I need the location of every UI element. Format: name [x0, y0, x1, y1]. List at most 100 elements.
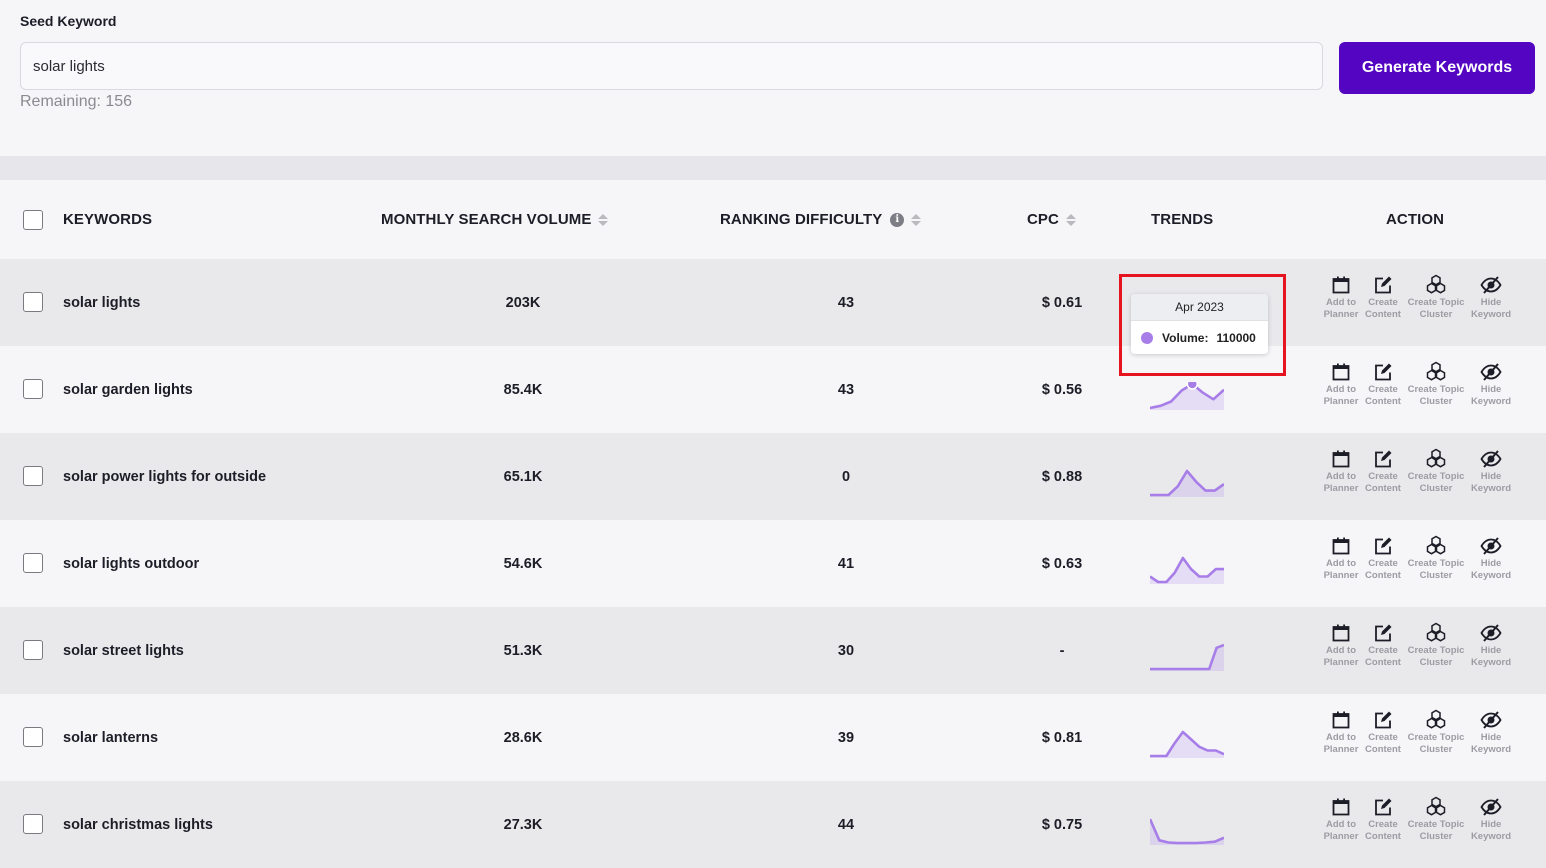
edit-icon: [1373, 708, 1393, 732]
add-to-planner-button[interactable]: Add to Planner: [1318, 795, 1364, 843]
volume-cell: 54.6K: [503, 555, 543, 572]
keyword-cell[interactable]: solar power lights for outside: [63, 433, 266, 520]
edit-icon: [1373, 447, 1393, 471]
keyword-cell[interactable]: solar garden lights: [63, 346, 193, 433]
trend-chart[interactable]: [1150, 381, 1224, 410]
sort-icon[interactable]: [911, 213, 922, 226]
add-to-planner-button[interactable]: Add to Planner: [1318, 708, 1364, 756]
tooltip-label: Volume:: [1162, 330, 1209, 345]
create-content-button[interactable]: Create Content: [1364, 534, 1402, 582]
keyword-cell[interactable]: solar christmas lights: [63, 781, 213, 868]
difficulty-cell: 39: [837, 729, 855, 746]
table-row[interactable]: solar lights outdoor 54.6K 41 $ 0.63 Add…: [0, 520, 1546, 607]
cpc-cell: $ 0.75: [1041, 816, 1083, 833]
volume-cell: 27.3K: [503, 816, 543, 833]
header-cpc[interactable]: CPC: [1027, 180, 1076, 259]
create-topic-cluster-button[interactable]: Create Topic Cluster: [1402, 795, 1470, 843]
header-action: ACTION: [1386, 180, 1444, 259]
create-topic-cluster-button[interactable]: Create Topic Cluster: [1402, 708, 1470, 756]
sort-icon[interactable]: [598, 213, 609, 226]
create-topic-cluster-button[interactable]: Create Topic Cluster: [1402, 273, 1470, 321]
trend-chart[interactable]: [1150, 817, 1224, 845]
sort-icon[interactable]: [1065, 213, 1076, 226]
create-content-button[interactable]: Create Content: [1364, 360, 1402, 408]
table-row[interactable]: solar lights 203K 43 $ 0.61 Add to Plann…: [0, 259, 1546, 346]
calendar-icon: [1331, 273, 1351, 297]
row-checkbox[interactable]: [23, 814, 43, 834]
row-checkbox[interactable]: [23, 553, 43, 573]
create-topic-cluster-button[interactable]: Create Topic Cluster: [1402, 447, 1470, 495]
header-keywords: KEYWORDS: [63, 180, 152, 259]
trend-sparkline[interactable]: [1150, 520, 1228, 607]
create-content-button[interactable]: Create Content: [1364, 621, 1402, 669]
create-topic-cluster-label: Create Topic Cluster: [1407, 645, 1465, 668]
create-topic-cluster-label: Create Topic Cluster: [1407, 384, 1465, 407]
create-topic-cluster-button[interactable]: Create Topic Cluster: [1402, 621, 1470, 669]
create-content-label: Create Content: [1365, 384, 1401, 407]
difficulty-cell: 44: [837, 816, 855, 833]
header-trends: TRENDS: [1151, 180, 1213, 259]
table-row[interactable]: solar garden lights 85.4K 43 $ 0.56 Add …: [0, 346, 1546, 433]
calendar-icon: [1331, 360, 1351, 384]
add-to-planner-button[interactable]: Add to Planner: [1318, 621, 1364, 669]
eye-off-icon: [1480, 795, 1502, 819]
add-to-planner-button[interactable]: Add to Planner: [1318, 534, 1364, 582]
hide-keyword-button[interactable]: Hide Keyword: [1470, 795, 1512, 843]
keyword-cell[interactable]: solar street lights: [63, 607, 184, 694]
create-topic-cluster-button[interactable]: Create Topic Cluster: [1402, 360, 1470, 408]
hide-keyword-button[interactable]: Hide Keyword: [1470, 621, 1512, 669]
trend-chart[interactable]: [1150, 556, 1224, 584]
eye-off-icon: [1480, 708, 1502, 732]
add-to-planner-button[interactable]: Add to Planner: [1318, 360, 1364, 408]
create-content-button[interactable]: Create Content: [1364, 708, 1402, 756]
add-to-planner-button[interactable]: Add to Planner: [1318, 447, 1364, 495]
create-content-button[interactable]: Create Content: [1364, 447, 1402, 495]
hide-keyword-button[interactable]: Hide Keyword: [1470, 360, 1512, 408]
seed-keyword-input[interactable]: [20, 42, 1323, 90]
hexagon-cluster-icon: [1425, 447, 1447, 471]
hexagon-cluster-icon: [1425, 795, 1447, 819]
cpc-cell: $ 0.63: [1041, 555, 1083, 572]
trend-hover-point[interactable]: [1186, 381, 1199, 390]
create-content-label: Create Content: [1365, 471, 1401, 494]
keyword-cell[interactable]: solar lanterns: [63, 694, 158, 781]
hide-keyword-label: Hide Keyword: [1470, 384, 1512, 407]
trend-chart[interactable]: [1150, 469, 1224, 497]
row-checkbox[interactable]: [23, 466, 43, 486]
trend-sparkline[interactable]: [1150, 781, 1228, 868]
hide-keyword-button[interactable]: Hide Keyword: [1470, 534, 1512, 582]
select-all-checkbox[interactable]: [23, 210, 43, 230]
header-ranking-difficulty[interactable]: RANKING DIFFICULTY i: [720, 180, 922, 259]
tooltip-value: 110000: [1216, 330, 1256, 345]
eye-off-icon: [1480, 621, 1502, 645]
hide-keyword-button[interactable]: Hide Keyword: [1470, 708, 1512, 756]
table-row[interactable]: solar street lights 51.3K 30 - Add to Pl…: [0, 607, 1546, 694]
table-row[interactable]: solar lanterns 28.6K 39 $ 0.81 Add to Pl…: [0, 694, 1546, 781]
create-topic-cluster-button[interactable]: Create Topic Cluster: [1402, 534, 1470, 582]
keyword-cell[interactable]: solar lights: [63, 259, 140, 346]
row-checkbox[interactable]: [23, 292, 43, 312]
keyword-cell[interactable]: solar lights outdoor: [63, 520, 199, 607]
add-to-planner-button[interactable]: Add to Planner: [1318, 273, 1364, 321]
trend-chart[interactable]: [1150, 730, 1224, 758]
create-content-button[interactable]: Create Content: [1364, 273, 1402, 321]
row-checkbox[interactable]: [23, 640, 43, 660]
hide-keyword-label: Hide Keyword: [1470, 819, 1512, 842]
seed-keyword-section: Seed Keyword Remaining: 156 Generate Key…: [0, 0, 1546, 156]
calendar-icon: [1331, 708, 1351, 732]
header-monthly-search-volume[interactable]: MONTHLY SEARCH VOLUME: [381, 180, 609, 259]
info-icon[interactable]: i: [890, 212, 905, 227]
volume-cell: 85.4K: [503, 381, 543, 398]
trend-chart[interactable]: [1150, 643, 1224, 671]
hide-keyword-button[interactable]: Hide Keyword: [1470, 447, 1512, 495]
row-checkbox[interactable]: [23, 379, 43, 399]
hide-keyword-button[interactable]: Hide Keyword: [1470, 273, 1512, 321]
row-checkbox[interactable]: [23, 727, 43, 747]
trend-sparkline[interactable]: [1150, 694, 1228, 781]
trend-sparkline[interactable]: [1150, 607, 1228, 694]
table-row[interactable]: solar christmas lights 27.3K 44 $ 0.75 A…: [0, 781, 1546, 868]
trend-sparkline[interactable]: [1150, 433, 1228, 520]
table-row[interactable]: solar power lights for outside 65.1K 0 $…: [0, 433, 1546, 520]
generate-keywords-button[interactable]: Generate Keywords: [1339, 42, 1535, 94]
create-content-button[interactable]: Create Content: [1364, 795, 1402, 843]
